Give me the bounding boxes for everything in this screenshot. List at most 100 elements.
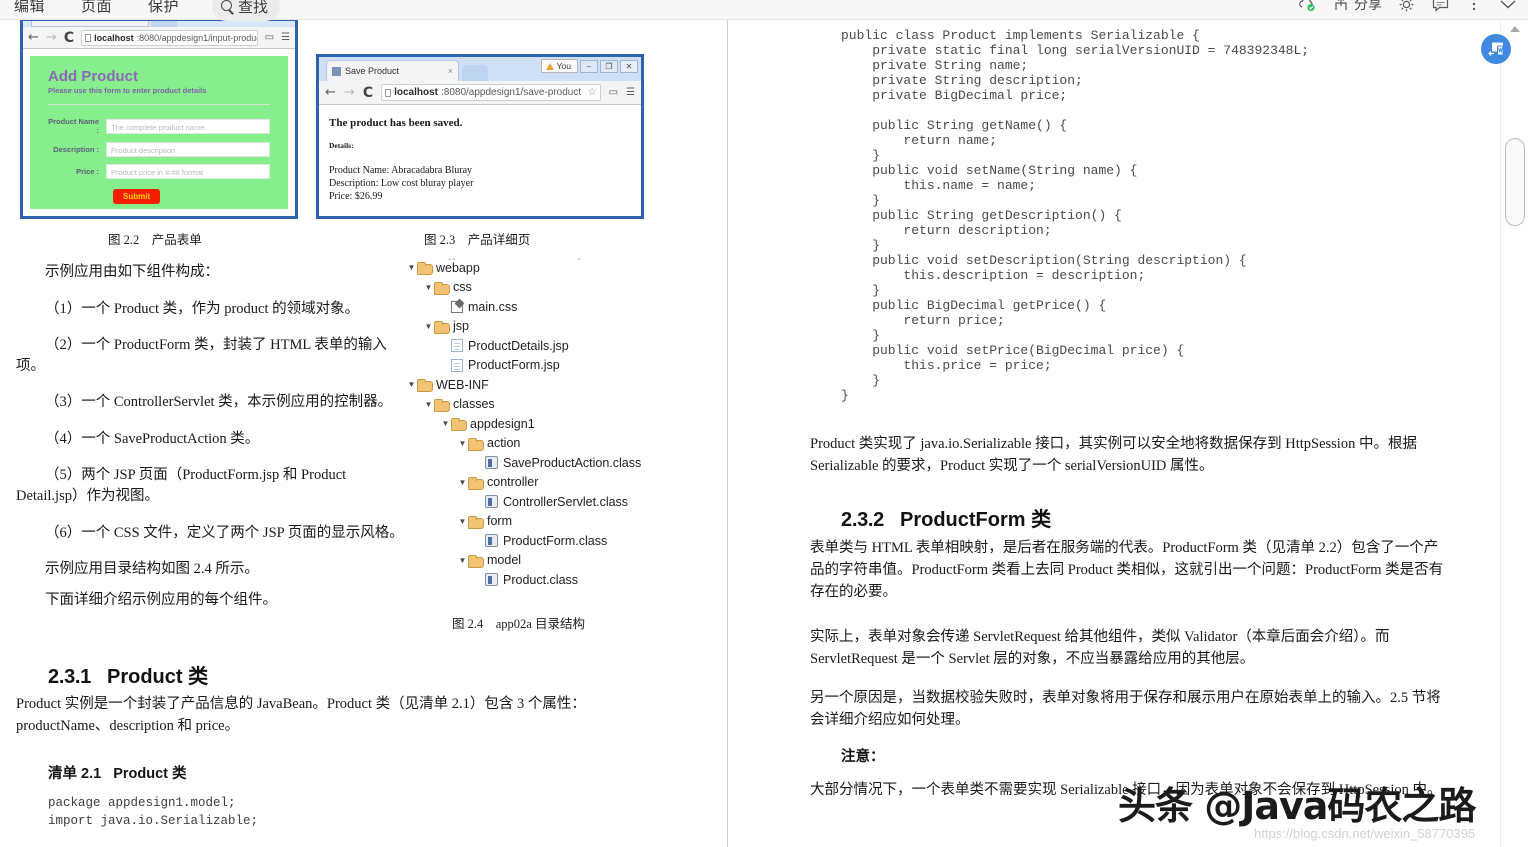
- caret-down-icon[interactable]: ▼: [423, 283, 434, 292]
- folder-icon: [468, 477, 483, 488]
- caret-down-icon[interactable]: ▼: [406, 263, 417, 272]
- search-button[interactable]: 查找: [212, 0, 280, 21]
- tree-node-label: css: [453, 280, 472, 294]
- more-options-icon[interactable]: [1464, 0, 1484, 13]
- class-icon: [485, 573, 498, 586]
- caret-down-icon[interactable]: ▼: [423, 400, 434, 409]
- fig22-address-bar: localhost:8080/appdesign1/input-product …: [81, 30, 257, 46]
- tree-node-appdesign1[interactable]: ▼ appdesign1: [406, 414, 706, 434]
- folder-icon: [451, 418, 466, 429]
- product-class-code-listing: public class Product implements Serializ…: [841, 28, 1309, 403]
- folder-icon: [434, 399, 449, 410]
- share-label: 分享: [1354, 0, 1382, 14]
- caret-down-icon[interactable]: ▼: [457, 556, 468, 565]
- detail-price: Price: $26.99: [329, 190, 631, 203]
- comment-icon[interactable]: [1430, 0, 1450, 13]
- page-divider: [727, 20, 728, 847]
- convert-to-word-button[interactable]: [1481, 34, 1511, 64]
- details-label: Details:: [329, 141, 631, 150]
- gear-icon[interactable]: [1396, 0, 1416, 13]
- figure-2-3-screenshot: Save Product × You – ❐ ✕ ← → C localhost…: [316, 54, 644, 219]
- tree-node-controller[interactable]: ▼controller: [406, 473, 706, 493]
- tree-node-model[interactable]: ▼ model: [406, 551, 706, 571]
- heading-2-3-1: 2.3.1Product 类: [48, 660, 208, 689]
- tree-node-saveproductaction-class[interactable]: SaveProductAction.class: [406, 453, 706, 473]
- scrollbar-thumb[interactable]: [1505, 138, 1525, 226]
- window-close-button: ✕: [620, 60, 638, 73]
- tree-top-dashes: -- -: [448, 254, 608, 262]
- label-product-name: Product Name :: [48, 117, 106, 135]
- hamburger-menu-icon: ☰: [626, 87, 635, 98]
- tree-node-form[interactable]: ▼form: [406, 512, 706, 532]
- components-detail-note: 下面详细介绍示例应用的每个组件。: [16, 590, 408, 611]
- component-item-1: （1）一个 Product 类，作为 product 的领域对象。: [16, 299, 408, 320]
- forward-arrow-icon: →: [344, 86, 355, 99]
- tree-node-productform-class[interactable]: ProductForm.class: [406, 531, 706, 551]
- fig23-url-host: localhost: [394, 87, 438, 98]
- input-description[interactable]: Product description: [106, 142, 270, 157]
- favicon-icon: [332, 67, 341, 76]
- input-product-name[interactable]: The complete product name: [106, 119, 270, 134]
- tree-node-main-css[interactable]: main.css: [406, 297, 706, 317]
- menu-edit[interactable]: 编辑: [14, 0, 45, 16]
- window-minimize-button: –: [580, 60, 598, 73]
- bookmark-star-icon: ☆: [588, 87, 597, 98]
- caret-down-icon[interactable]: ▼: [440, 419, 451, 428]
- caret-down-icon[interactable]: ▼: [457, 439, 468, 448]
- figure-2-3-caption: 图 2.3 产品详细页: [424, 229, 530, 248]
- reload-icon: C: [363, 86, 373, 100]
- share-button[interactable]: 分享: [1331, 0, 1382, 14]
- form-row-product-name: Product Name : The complete product name: [48, 117, 270, 135]
- pdf-reader-window: 编辑 页面 保护 转换 查找: [0, 0, 1528, 847]
- section-2-3-1-paragraph: Product 实例是一个封装了产品信息的 JavaBean。Product 类…: [16, 694, 656, 738]
- tree-node-classes[interactable]: ▼classes: [406, 395, 706, 415]
- tree-node-controllerservlet-class[interactable]: ControllerServlet.class: [406, 492, 706, 512]
- submit-button[interactable]: Submit: [113, 189, 160, 204]
- page-info-icon: [85, 34, 91, 42]
- back-arrow-icon: ←: [28, 31, 39, 44]
- tree-node-product-class[interactable]: Product.class: [406, 570, 706, 590]
- input-price[interactable]: Product price in #.## format: [106, 164, 270, 179]
- caret-down-icon[interactable]: ▼: [406, 380, 417, 389]
- heading-2-3-1-number: 2.3.1: [48, 666, 91, 688]
- listing-2-1-title: 清单 2.1Product 类: [48, 762, 187, 783]
- caret-down-icon[interactable]: ▼: [457, 478, 468, 487]
- tree-node-productdetails-jsp[interactable]: ProductDetails.jsp: [406, 336, 706, 356]
- tree-node-label: ProductForm.class: [503, 534, 607, 548]
- tree-node-css[interactable]: ▼ css: [406, 278, 706, 298]
- tree-node-jsp[interactable]: ▼jsp: [406, 317, 706, 337]
- folder-icon: [468, 516, 483, 527]
- search-icon: [221, 0, 235, 14]
- caret-down-icon[interactable]: ▼: [457, 517, 468, 526]
- tree-node-web-inf[interactable]: ▼WEB-INF: [406, 375, 706, 395]
- file-icon: [451, 339, 463, 352]
- caret-down-icon[interactable]: ▼: [423, 322, 434, 331]
- fig23-window-buttons: You – ❐ ✕: [541, 59, 638, 73]
- user-profile-label: You: [557, 61, 571, 71]
- fig23-url-path: :8080/appdesign1/save-product: [441, 87, 581, 98]
- heading-2-3-2-title: ProductForm 类: [900, 509, 1051, 531]
- chevron-down-icon[interactable]: [1498, 0, 1518, 13]
- top-menubar: 编辑 页面 保护 转换 查找: [0, 0, 1528, 20]
- folder-icon: [434, 321, 449, 332]
- cloud-sync-icon[interactable]: [1297, 0, 1317, 13]
- tab-close-icon: ×: [448, 66, 453, 76]
- scroll-up-arrow-icon[interactable]: [1510, 26, 1520, 32]
- tree-node-label: appdesign1: [470, 417, 535, 431]
- figure-2-2-caption: 图 2.2 产品表单: [108, 229, 202, 248]
- add-product-form: Add Product Please use this form to ente…: [30, 56, 288, 209]
- fig23-address-bar: localhost:8080/appdesign1/save-product ☆: [381, 84, 600, 101]
- fig23-chrome-toolbar: ← → C localhost:8080/appdesign1/save-pro…: [319, 81, 641, 105]
- vertical-scrollbar[interactable]: [1500, 20, 1528, 847]
- left-body-text: 示例应用由如下组件构成： （1）一个 Product 类，作为 product …: [16, 262, 408, 626]
- tree-node-productform-jsp[interactable]: ProductForm.jsp: [406, 356, 706, 376]
- tree-node-action[interactable]: ▼action: [406, 434, 706, 454]
- component-item-6: （6）一个 CSS 文件，定义了两个 JSP 页面的显示风格。: [16, 523, 408, 544]
- section-2-3-2-paragraph-1: 表单类与 HTML 表单相映射，是后者在服务端的代表。ProductForm 类…: [810, 538, 1446, 603]
- form-row-description: Description : Product description: [48, 142, 270, 157]
- menu-page[interactable]: 页面: [81, 0, 112, 16]
- watermark-url: https://blog.csdn.net/weixin_58770395: [1254, 826, 1475, 841]
- menu-protect[interactable]: 保护: [148, 0, 179, 16]
- tree-node-label: model: [487, 553, 521, 567]
- search-label: 查找: [238, 0, 268, 17]
